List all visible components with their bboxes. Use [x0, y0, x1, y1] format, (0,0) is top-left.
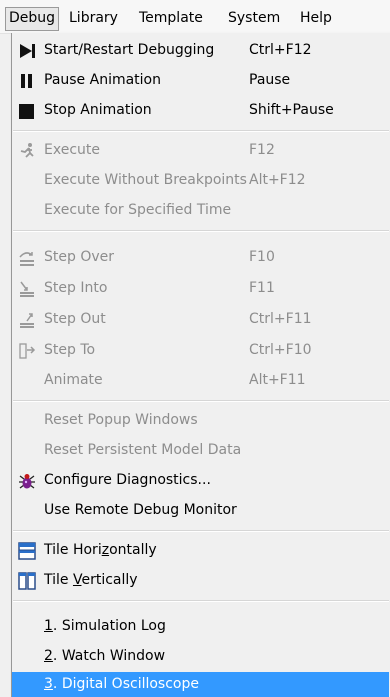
menu-item-shortcut: F12	[249, 142, 275, 158]
menu-item-shortcut: F10	[249, 249, 275, 265]
menu-item-label: Step Over	[44, 249, 114, 265]
menu-item-label: 1. Simulation Log	[44, 618, 166, 634]
menu-help[interactable]: Help	[300, 7, 332, 29]
menu-separator	[13, 600, 389, 602]
menu-item-window-digital-oscilloscope[interactable]: 3. Digital Oscilloscope	[12, 672, 389, 697]
menu-item-label: Pause Animation	[44, 72, 161, 88]
menu-separator	[13, 530, 389, 532]
tile-horizontal-icon	[18, 542, 36, 560]
menu-item-step-over[interactable]: Step Over F10	[12, 243, 389, 273]
menu-item-label: 2. Watch Window	[44, 648, 166, 664]
menu-item-reset-persistent-model-data[interactable]: Reset Persistent Model Data	[12, 436, 389, 466]
menu-item-label: Animate	[44, 372, 103, 388]
menu-item-animate[interactable]: Animate Alt+F11	[12, 366, 389, 396]
run-figure-icon	[20, 143, 34, 158]
menu-item-label: Execute	[44, 142, 100, 158]
menu-item-label: Reset Popup Windows	[44, 412, 198, 428]
menu-item-execute-without-breakpoints[interactable]: Execute Without Breakpoints Alt+F12	[12, 166, 389, 196]
menu-template[interactable]: Template	[139, 7, 203, 29]
menu-item-step-into[interactable]: Step Into F11	[12, 274, 389, 304]
menu-item-step-to[interactable]: Step To Ctrl+F10	[12, 336, 389, 366]
menu-item-window-watch-window[interactable]: 2. Watch Window	[12, 642, 389, 672]
menu-item-label: Execute Without Breakpoints	[44, 172, 247, 188]
debug-dropdown-menu: Start/Restart Debugging Ctrl+F12 Pause A…	[11, 33, 390, 697]
step-over-icon	[19, 252, 34, 266]
menu-library[interactable]: Library	[69, 7, 118, 29]
play-step-icon	[20, 44, 35, 58]
menu-item-shortcut: F11	[249, 280, 275, 296]
menu-item-tile-horizontally[interactable]: Tile Horizontally	[12, 536, 389, 566]
menu-item-label: Configure Diagnostics...	[44, 472, 211, 488]
menu-separator	[13, 230, 389, 232]
menu-item-step-out[interactable]: Step Out Ctrl+F11	[12, 305, 389, 335]
menu-debug[interactable]: Debug	[5, 7, 60, 31]
menu-item-label: Start/Restart Debugging	[44, 42, 215, 58]
step-into-icon	[20, 281, 34, 297]
menu-item-label: Tile Horizontally	[44, 542, 157, 558]
menu-item-window-simulation-log[interactable]: 1. Simulation Log	[12, 612, 389, 642]
menu-item-execute-for-specified-time[interactable]: Execute for Specified Time	[12, 196, 389, 226]
menu-item-shortcut: Pause	[249, 72, 291, 88]
menu-item-label: Step Into	[44, 280, 108, 296]
menu-item-configure-diagnostics[interactable]: Configure Diagnostics...	[12, 466, 389, 496]
menu-item-shortcut: Alt+F12	[249, 172, 306, 188]
menu-item-execute[interactable]: Execute F12	[12, 136, 389, 166]
menu-item-label: Stop Animation	[44, 102, 152, 118]
step-to-icon	[19, 343, 36, 359]
menu-item-label: Tile Vertically	[44, 572, 138, 588]
menu-item-shortcut: Shift+Pause	[249, 102, 334, 118]
stop-icon	[19, 104, 34, 119]
menu-item-label: Execute for Specified Time	[44, 202, 232, 218]
menu-item-pause-animation[interactable]: Pause Animation Pause	[12, 66, 389, 96]
menu-item-reset-popup-windows[interactable]: Reset Popup Windows	[12, 406, 389, 436]
menu-item-shortcut: Ctrl+F11	[249, 311, 312, 327]
menu-item-label: Step To	[44, 342, 96, 358]
menu-item-shortcut: Alt+F11	[249, 372, 306, 388]
menu-item-tile-vertically[interactable]: Tile Vertically	[12, 566, 389, 596]
menu-item-label: Step Out	[44, 311, 106, 327]
menu-separator	[13, 400, 389, 402]
menu-item-shortcut: Ctrl+F10	[249, 342, 312, 358]
step-out-icon	[20, 313, 34, 328]
pause-icon	[21, 74, 32, 88]
menu-item-label: Reset Persistent Model Data	[44, 442, 242, 458]
menu-item-use-remote-debug-monitor[interactable]: Use Remote Debug Monitor	[12, 496, 389, 526]
menu-bar: Debug Library Template System Help	[0, 0, 390, 34]
menu-item-label: Use Remote Debug Monitor	[44, 502, 237, 518]
menu-item-label: 3. Digital Oscilloscope	[44, 676, 199, 692]
menu-separator	[13, 130, 389, 132]
menu-system[interactable]: System	[228, 7, 280, 29]
tile-vertical-icon	[18, 572, 36, 590]
menu-item-shortcut: Ctrl+F12	[249, 42, 312, 58]
menu-item-start-debugging[interactable]: Start/Restart Debugging Ctrl+F12	[12, 36, 389, 66]
bug-icon	[19, 474, 35, 489]
menu-item-stop-animation[interactable]: Stop Animation Shift+Pause	[12, 96, 389, 126]
